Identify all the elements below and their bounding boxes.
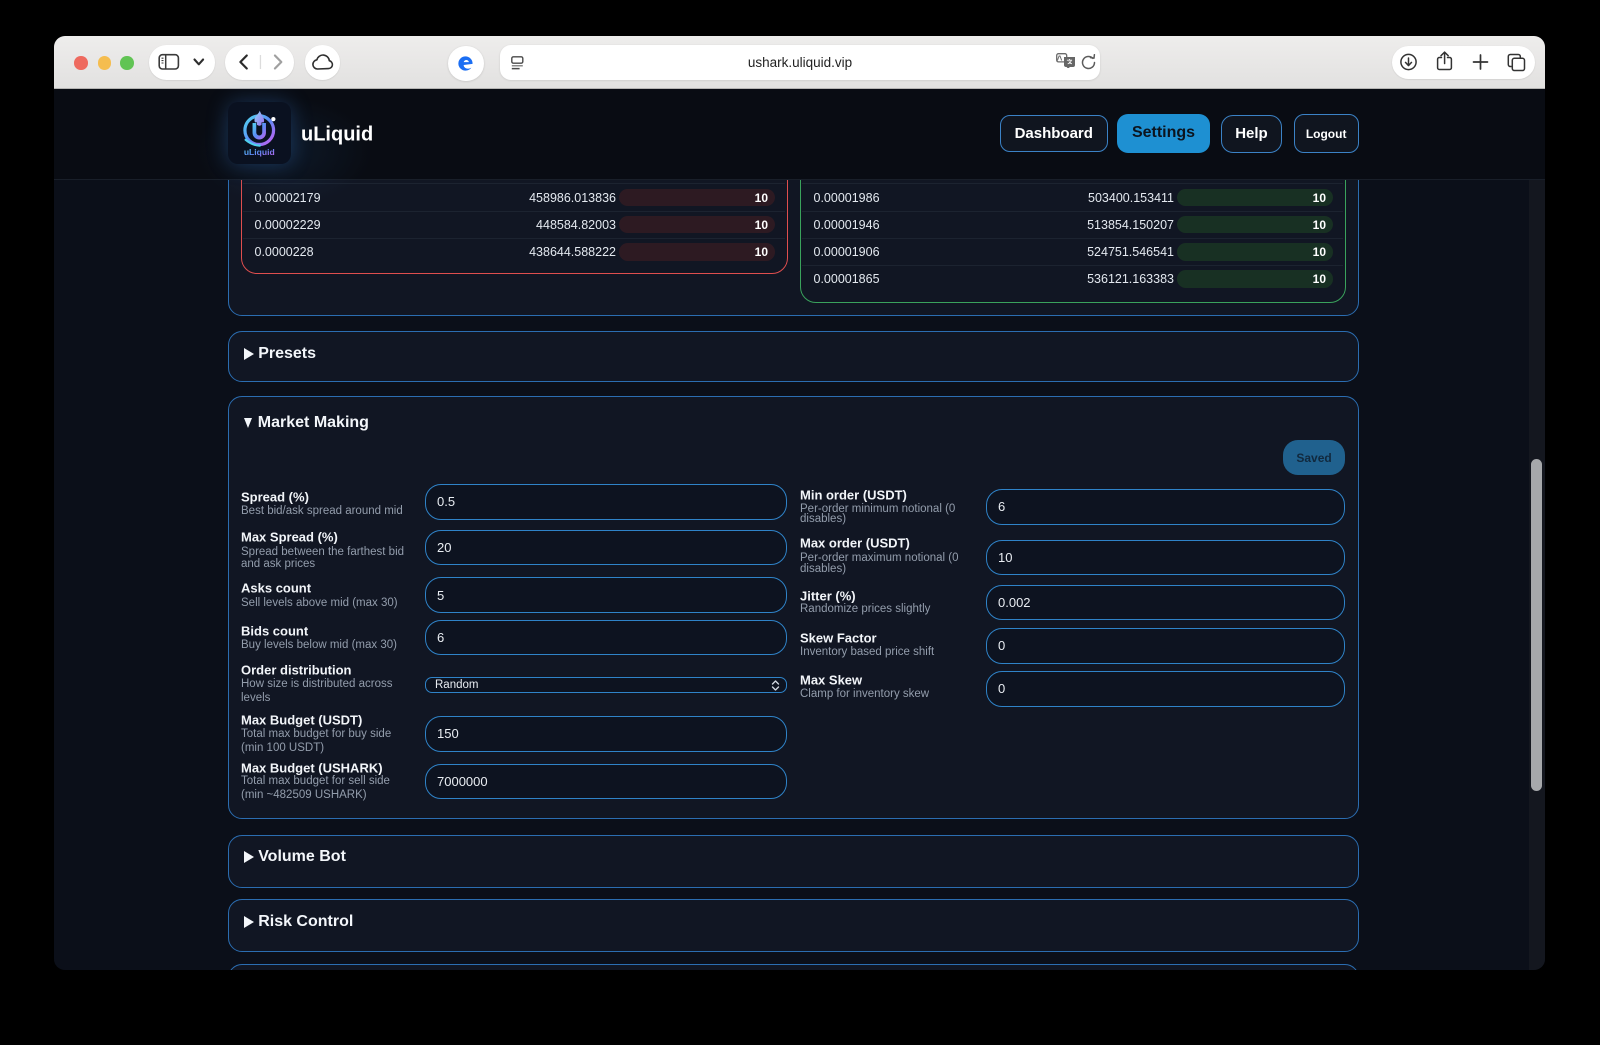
svg-text:uLiquid: uLiquid	[244, 146, 275, 156]
